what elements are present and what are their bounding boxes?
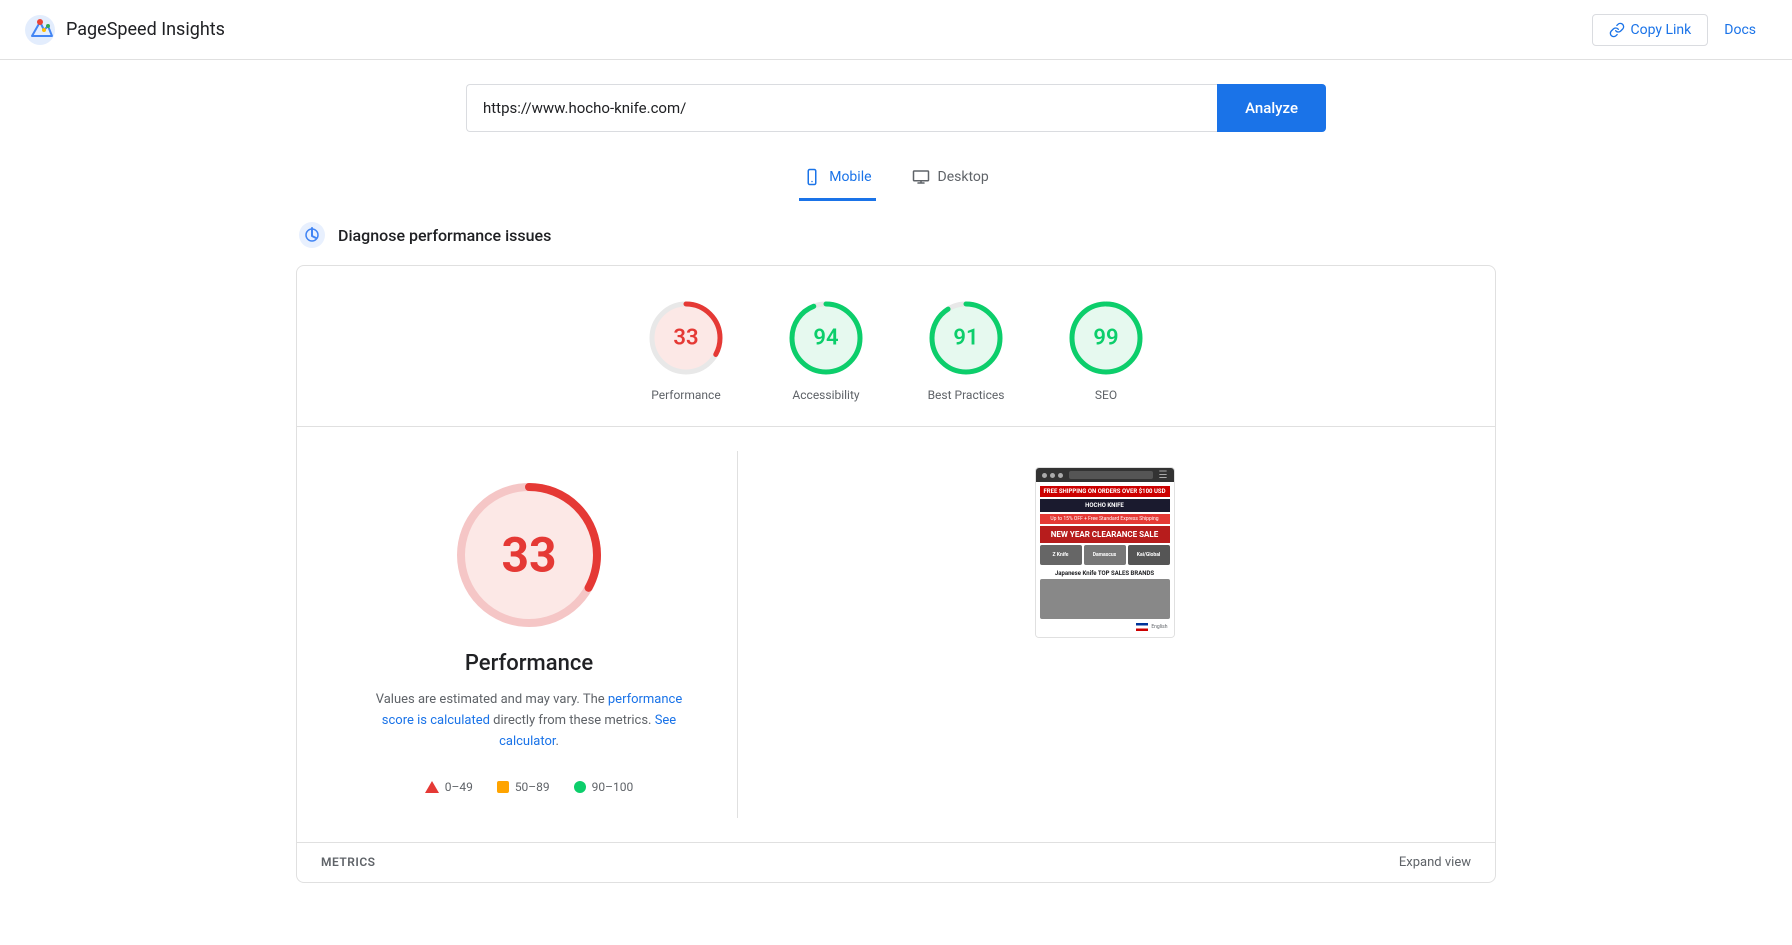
screenshot-promo: Up to 15% OFF + Free Standard Express Sh… xyxy=(1040,514,1170,524)
metrics-footer: METRICS Expand view xyxy=(297,842,1495,882)
perf-right: ☰ FREE SHIPPING ON ORDERS OVER $100 USD … xyxy=(738,451,1471,654)
score-number-performance: 33 xyxy=(673,326,698,351)
desktop-icon xyxy=(912,168,930,186)
perf-desc-mid: directly from these metrics. xyxy=(490,713,655,728)
screenshot-dot-3 xyxy=(1058,473,1063,478)
search-form: Analyze xyxy=(466,84,1326,132)
expand-view-button[interactable]: Expand view xyxy=(1399,855,1471,870)
copy-link-label: Copy Link xyxy=(1631,22,1692,38)
screenshot-dots xyxy=(1042,473,1063,478)
screenshot-cat-3: Kai/Global xyxy=(1128,545,1170,565)
perf-desc-end: . xyxy=(555,734,558,749)
score-circle-performance: 33 xyxy=(646,298,726,378)
diagnose-title: Diagnose performance issues xyxy=(338,226,551,245)
score-number-seo: 99 xyxy=(1093,326,1118,351)
copy-link-button[interactable]: Copy Link xyxy=(1592,14,1709,46)
screenshot-main-image xyxy=(1040,579,1170,619)
score-item-seo[interactable]: 99 SEO xyxy=(1066,298,1146,402)
triangle-icon xyxy=(425,781,439,793)
screenshot-banner: FREE SHIPPING ON ORDERS OVER $100 USD xyxy=(1040,486,1170,497)
screenshot-dot-2 xyxy=(1050,473,1055,478)
big-score-wrap: 33 xyxy=(449,475,609,635)
screenshot-url-bar xyxy=(1069,471,1153,479)
score-label-accessibility: Accessibility xyxy=(792,388,859,402)
screenshot-body: FREE SHIPPING ON ORDERS OVER $100 USD HO… xyxy=(1036,482,1174,637)
screenshot-lang: English xyxy=(1040,621,1170,633)
docs-button[interactable]: Docs xyxy=(1712,15,1768,45)
url-input[interactable] xyxy=(483,99,1201,117)
header-left: PageSpeed Insights xyxy=(24,14,225,46)
main-card: 33 Performance 94 Accessibility xyxy=(296,265,1496,883)
legend-row: 0–49 50–89 90–100 xyxy=(425,780,634,794)
perf-detail: 33 Performance Values are estimated and … xyxy=(297,427,1495,842)
score-label-performance: Performance xyxy=(651,388,720,402)
screenshot-header: ☰ xyxy=(1036,468,1174,482)
screenshot-flag xyxy=(1136,623,1148,631)
score-circle-accessibility: 94 xyxy=(786,298,866,378)
perf-description: Values are estimated and may vary. The p… xyxy=(369,690,689,752)
tab-desktop[interactable]: Desktop xyxy=(908,160,993,201)
perf-desc-plain: Values are estimated and may vary. The xyxy=(376,692,608,707)
legend-fail-label: 0–49 xyxy=(445,780,473,794)
big-score-number: 33 xyxy=(501,527,556,584)
header-right: Copy Link Docs xyxy=(1592,14,1769,46)
screenshot-nav: HOCHO KNIFE xyxy=(1040,499,1170,512)
app-title: PageSpeed Insights xyxy=(66,19,225,40)
tab-mobile[interactable]: Mobile xyxy=(799,160,875,201)
screenshot-cat-1: Z Knife xyxy=(1040,545,1082,565)
legend-average-label: 50–89 xyxy=(515,780,550,794)
mobile-icon xyxy=(803,168,821,186)
legend-pass: 90–100 xyxy=(574,780,634,794)
tab-desktop-label: Desktop xyxy=(938,169,989,185)
score-number-accessibility: 94 xyxy=(813,326,838,351)
screenshot-menu-icon: ☰ xyxy=(1159,470,1168,481)
diagnose-section: Diagnose performance issues xyxy=(266,201,1526,265)
score-item-performance[interactable]: 33 Performance xyxy=(646,298,726,402)
link-icon xyxy=(1609,22,1625,38)
legend-pass-label: 90–100 xyxy=(592,780,634,794)
legend-fail: 0–49 xyxy=(425,780,473,794)
perf-left: 33 Performance Values are estimated and … xyxy=(321,451,737,818)
score-number-best-practices: 91 xyxy=(953,326,978,351)
tabs-section: Mobile Desktop xyxy=(0,148,1792,201)
square-icon xyxy=(497,781,509,793)
url-input-wrap xyxy=(466,84,1217,132)
header: PageSpeed Insights Copy Link Docs xyxy=(0,0,1792,60)
score-circle-seo: 99 xyxy=(1066,298,1146,378)
search-section: Analyze xyxy=(0,60,1792,148)
diagnose-icon xyxy=(298,221,326,249)
perf-section-title: Performance xyxy=(465,651,593,676)
site-screenshot: ☰ FREE SHIPPING ON ORDERS OVER $100 USD … xyxy=(1035,467,1175,638)
tab-mobile-label: Mobile xyxy=(829,169,871,185)
score-circle-best-practices: 91 xyxy=(926,298,1006,378)
screenshot-section-title: Japanese Knife TOP SALES BRANDS xyxy=(1040,568,1170,579)
screenshot-categories: Z Knife Damascus Kai/Global xyxy=(1040,545,1170,565)
screenshot-dot-1 xyxy=(1042,473,1047,478)
score-label-best-practices: Best Practices xyxy=(928,388,1005,402)
metrics-label: METRICS xyxy=(321,855,376,870)
scores-row: 33 Performance 94 Accessibility xyxy=(297,266,1495,426)
screenshot-cat-2: Damascus xyxy=(1084,545,1126,565)
circle-icon xyxy=(574,781,586,793)
score-label-seo: SEO xyxy=(1095,388,1117,402)
legend-average: 50–89 xyxy=(497,780,550,794)
score-item-accessibility[interactable]: 94 Accessibility xyxy=(786,298,866,402)
screenshot-sale: NEW YEAR CLEARANCE SALE xyxy=(1040,526,1170,543)
score-item-best-practices[interactable]: 91 Best Practices xyxy=(926,298,1006,402)
analyze-button[interactable]: Analyze xyxy=(1217,84,1326,132)
pagespeed-logo-icon xyxy=(24,14,56,46)
